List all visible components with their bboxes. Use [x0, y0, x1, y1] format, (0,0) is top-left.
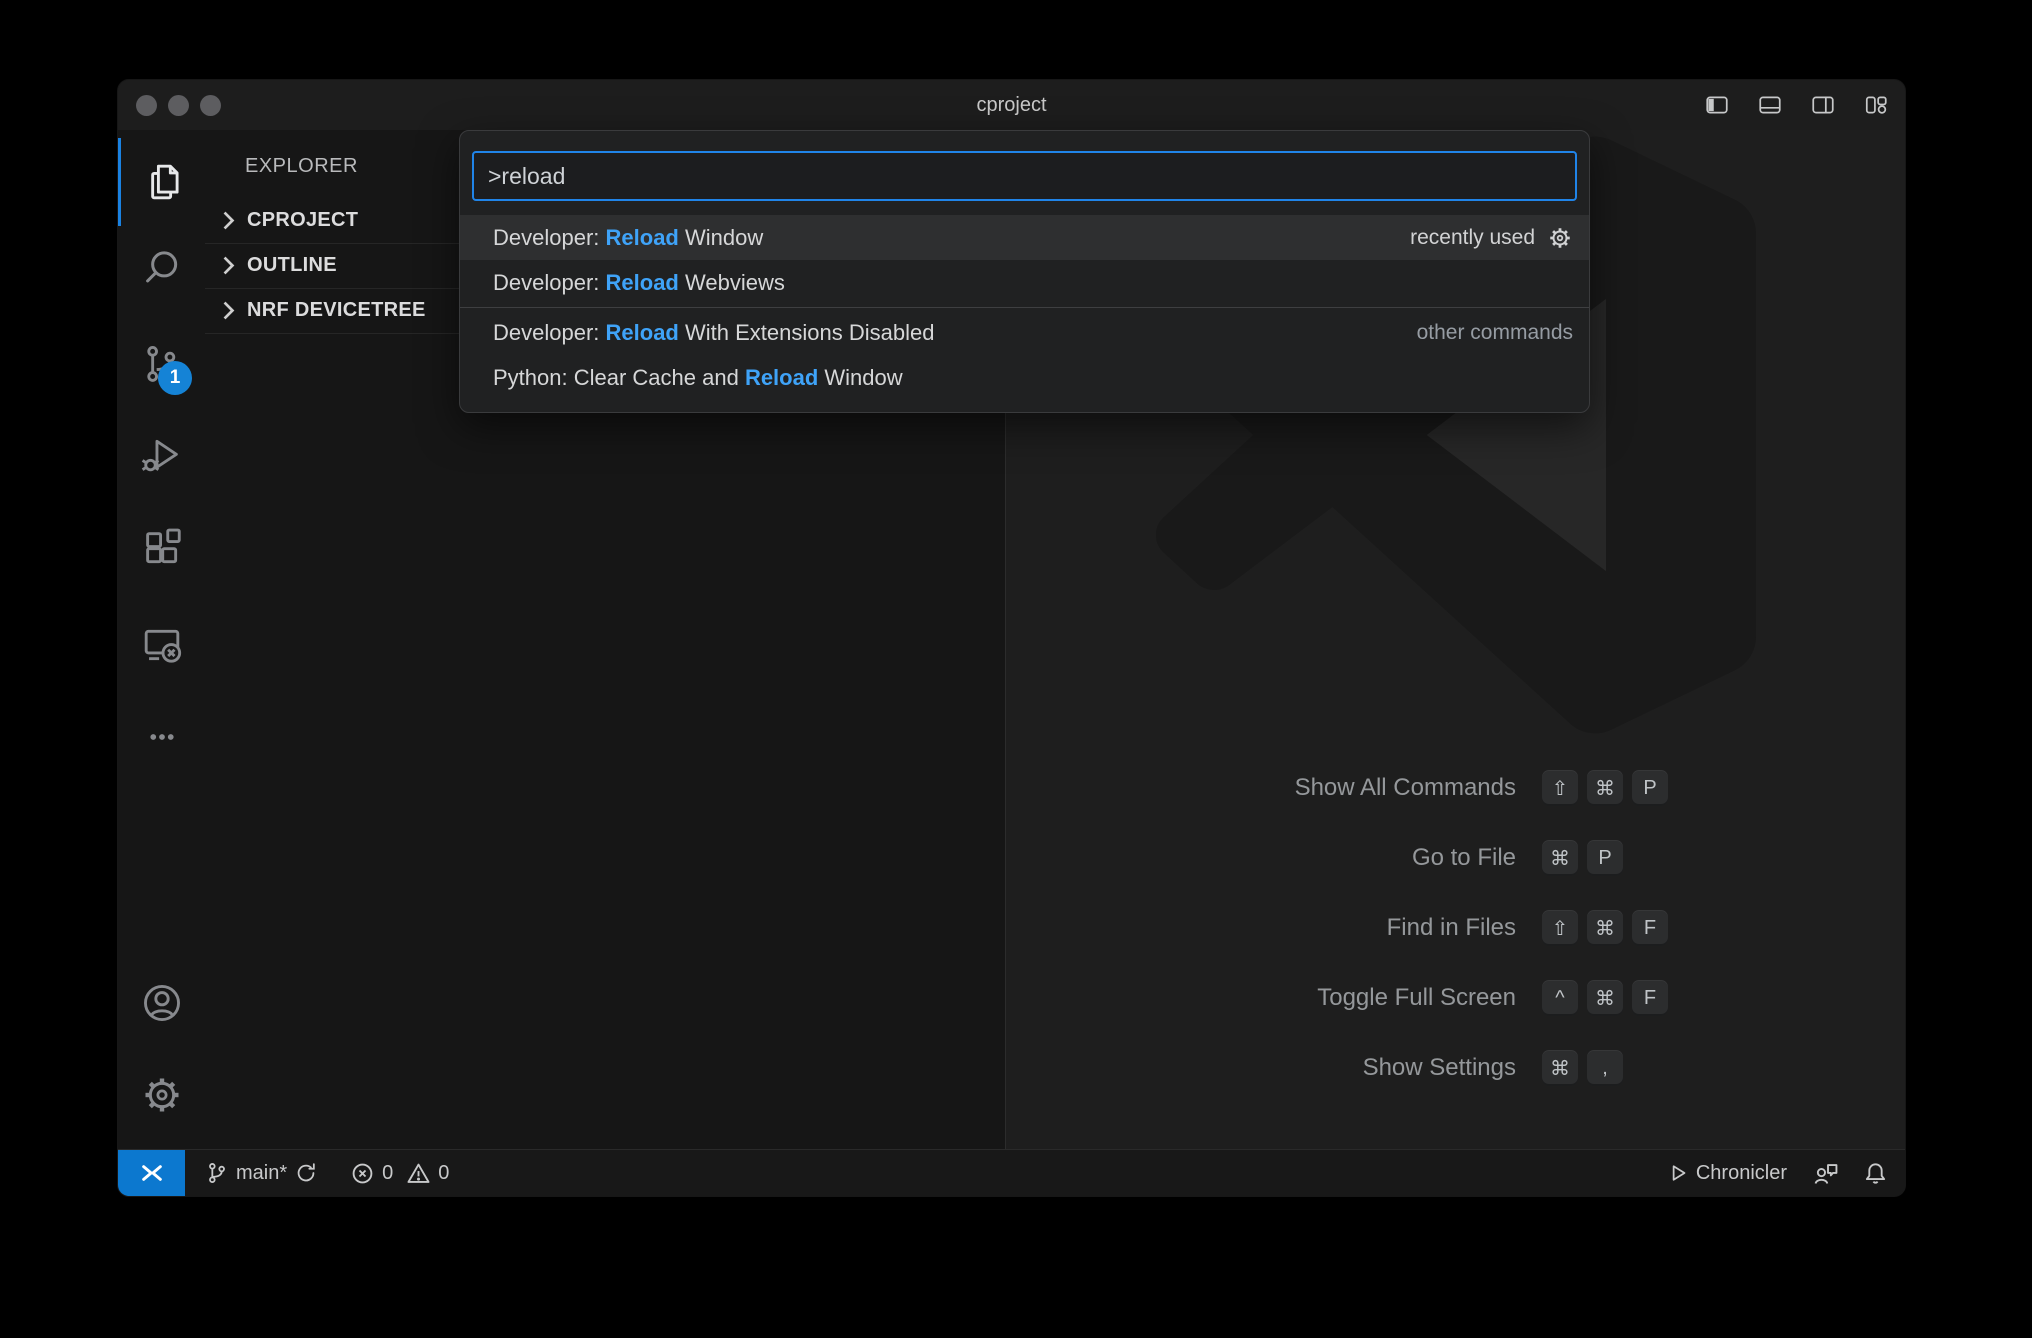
feedback-icon [1813, 1161, 1838, 1186]
layout-controls [1704, 80, 1889, 130]
toggle-sidebar-icon[interactable] [1704, 92, 1730, 118]
section-label: NRF DEVICETREE [247, 299, 426, 322]
key-cmd: ⌘ [1587, 770, 1623, 806]
palette-group-separator [460, 307, 1589, 308]
toggle-panel-icon[interactable] [1757, 92, 1783, 118]
git-branch-icon [206, 1162, 228, 1184]
shortcut-label: Show Settings [1016, 1054, 1516, 1082]
shortcut-label: Find in Files [1016, 914, 1516, 942]
notifications-button[interactable] [1864, 1162, 1887, 1185]
error-icon [351, 1162, 374, 1185]
sidebar-title: EXPLORER [245, 155, 358, 178]
sidebar-item-run-debug[interactable] [118, 423, 205, 487]
remote-icon [139, 1160, 165, 1186]
activity-bar: 1 [118, 130, 205, 1150]
shortcut-keys: ⌘ P [1542, 840, 1668, 876]
warning-count: 0 [438, 1162, 449, 1185]
key-letter: P [1587, 840, 1623, 876]
palette-item-reload-extensions-disabled[interactable]: Developer: Reload With Extensions Disabl… [460, 310, 1589, 355]
key-comma: , [1587, 1050, 1623, 1086]
chevron-right-icon [222, 301, 235, 320]
key-ctrl: ^ [1542, 980, 1578, 1016]
chevron-right-icon [222, 211, 235, 230]
watermark-shortcuts: Show All Commands ⇧ ⌘ P Go to File ⌘ P F… [1016, 753, 1668, 1103]
files-icon [139, 159, 185, 205]
palette-item-meta: recently used [1410, 225, 1573, 251]
key-letter: F [1632, 980, 1668, 1016]
scm-badge: 1 [158, 361, 192, 395]
sync-icon[interactable] [295, 1162, 317, 1184]
chronicler-status[interactable]: Chronicler [1668, 1162, 1787, 1185]
status-right: Chronicler [1668, 1150, 1887, 1196]
settings-button[interactable] [118, 1063, 205, 1127]
status-bar: main* 0 [118, 1149, 1905, 1196]
palette-item-reload-webviews[interactable]: Developer: Reload Webviews [460, 260, 1589, 305]
configure-keybinding-gear-icon[interactable] [1547, 225, 1573, 251]
other-commands-label: other commands [1417, 321, 1573, 345]
bell-icon [1864, 1162, 1887, 1185]
feedback-button[interactable] [1813, 1161, 1838, 1186]
customize-layout-icon[interactable] [1863, 92, 1889, 118]
key-cmd: ⌘ [1587, 910, 1623, 946]
key-cmd: ⌘ [1542, 1050, 1578, 1086]
shortcut-keys: ⇧ ⌘ F [1542, 910, 1668, 946]
shortcut-keys: ⇧ ⌘ P [1542, 770, 1668, 806]
key-cmd: ⌘ [1587, 980, 1623, 1016]
vscode-window: cproject [118, 80, 1905, 1196]
remote-indicator[interactable] [118, 1150, 185, 1196]
accounts-button[interactable] [118, 971, 205, 1035]
key-letter: F [1632, 910, 1668, 946]
debug-icon [139, 432, 185, 478]
search-icon [139, 245, 185, 291]
key-letter: P [1632, 770, 1668, 806]
palette-item-text: Python: Clear Cache and Reload Window [493, 365, 1573, 391]
account-icon [139, 980, 185, 1026]
chevron-right-icon [222, 256, 235, 275]
key-cmd: ⌘ [1542, 840, 1578, 876]
sidebar-item-explorer[interactable] [118, 150, 205, 214]
recently-used-label: recently used [1410, 226, 1535, 250]
status-left: main* 0 [206, 1150, 455, 1196]
more-actions-button[interactable] [118, 705, 205, 769]
sidebar-item-remote-explorer[interactable] [118, 613, 205, 677]
error-count: 0 [382, 1162, 393, 1185]
palette-item-meta: other commands [1417, 321, 1573, 345]
section-label: CPROJECT [247, 209, 358, 232]
palette-item-text: Developer: Reload With Extensions Disabl… [493, 320, 1417, 346]
sidebar-item-extensions[interactable] [118, 516, 205, 580]
shortcut-label: Show All Commands [1016, 774, 1516, 802]
warning-icon [407, 1162, 430, 1185]
key-shift: ⇧ [1542, 770, 1578, 806]
extensions-icon [139, 525, 185, 571]
toggle-secondary-sidebar-icon[interactable] [1810, 92, 1836, 118]
sidebar-item-source-control[interactable]: 1 [118, 333, 205, 397]
command-input[interactable] [472, 151, 1577, 201]
shortcut-label: Toggle Full Screen [1016, 984, 1516, 1012]
branch-name: main* [236, 1162, 287, 1185]
palette-item-reload-window[interactable]: Developer: Reload Window recently used [460, 215, 1589, 260]
sidebar-item-search[interactable] [118, 236, 205, 300]
command-palette: Developer: Reload Window recently used D… [459, 130, 1590, 413]
palette-item-text: Developer: Reload Webviews [493, 270, 1573, 296]
problems-status[interactable]: 0 0 [351, 1162, 455, 1185]
window-title: cproject [118, 80, 1905, 130]
shortcut-label: Go to File [1016, 844, 1516, 872]
shortcut-keys: ⌘ , [1542, 1050, 1668, 1086]
palette-item-python-clear-cache[interactable]: Python: Clear Cache and Reload Window [460, 355, 1589, 400]
ellipsis-icon [142, 717, 182, 757]
gear-icon [140, 1073, 184, 1117]
titlebar: cproject [118, 80, 1905, 131]
chronicler-label: Chronicler [1696, 1162, 1787, 1185]
section-label: OUTLINE [247, 254, 337, 277]
remote-explorer-icon [139, 622, 185, 668]
shortcut-keys: ^ ⌘ F [1542, 980, 1668, 1016]
play-icon [1668, 1163, 1688, 1183]
key-shift: ⇧ [1542, 910, 1578, 946]
branch-status[interactable]: main* [206, 1162, 317, 1185]
palette-item-text: Developer: Reload Window [493, 225, 1410, 251]
